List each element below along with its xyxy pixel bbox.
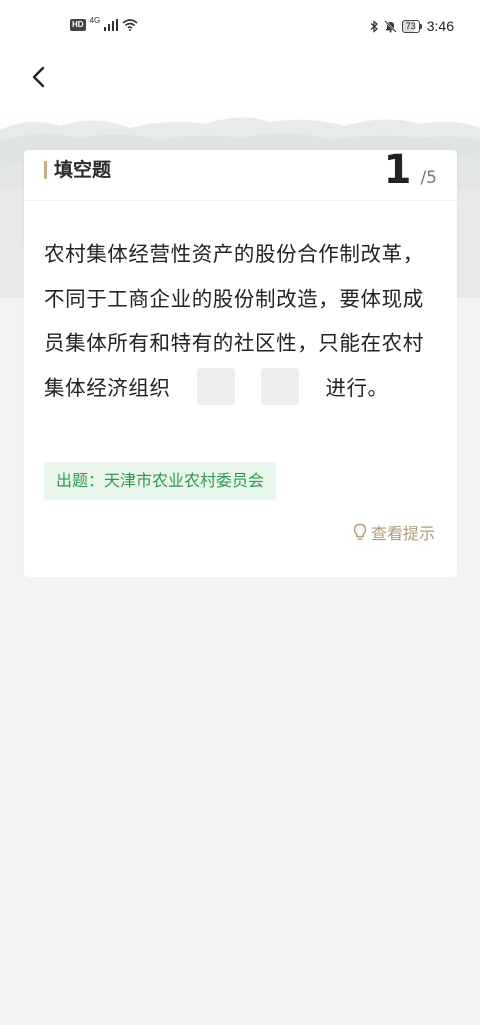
question-type-accent-bar xyxy=(44,161,47,179)
progress-total: /5 xyxy=(420,168,437,188)
battery-icon: 73 xyxy=(401,19,422,33)
status-right: 73 3:46 xyxy=(370,18,454,34)
mute-bell-icon xyxy=(384,19,397,33)
status-bar: HD 4G 73 3:46 xyxy=(0,0,480,54)
back-button[interactable] xyxy=(22,60,56,94)
question-card: 填空题 1 /5 农村集体经营性资产的股份合作制改革，不同于工商企业的股份制改造… xyxy=(24,147,457,577)
signal-icon xyxy=(104,19,119,31)
card-header: 填空题 1 /5 xyxy=(24,147,457,201)
view-hint-button[interactable]: 查看提示 xyxy=(353,520,435,544)
battery-tip xyxy=(419,23,422,29)
bluetooth-icon xyxy=(370,19,378,33)
source-tag: 出题：天津市农业农村委员会 xyxy=(44,462,277,500)
progress-current: 1 xyxy=(383,147,412,193)
chevron-left-icon xyxy=(32,66,45,88)
clock: 3:46 xyxy=(426,18,454,34)
question-type-label: 填空题 xyxy=(54,159,112,181)
question-text: 农村集体经营性资产的股份合作制改革，不同于工商企业的股份制改造，要体现成员集体所… xyxy=(44,232,439,410)
question-progress: 1 /5 xyxy=(384,146,437,194)
network-type: 4G xyxy=(89,15,101,25)
view-hint-label: 查看提示 xyxy=(370,524,435,543)
wifi-icon xyxy=(122,19,138,31)
battery-level: 73 xyxy=(401,19,420,33)
hd-badge: HD xyxy=(70,19,86,31)
lightbulb-icon xyxy=(353,523,367,540)
answer-blank-1[interactable] xyxy=(196,367,235,405)
answer-blank-2[interactable] xyxy=(261,367,300,405)
question-text-part2: 进行。 xyxy=(325,375,389,400)
page-background xyxy=(0,577,480,1025)
status-left: HD 4G xyxy=(70,15,138,31)
